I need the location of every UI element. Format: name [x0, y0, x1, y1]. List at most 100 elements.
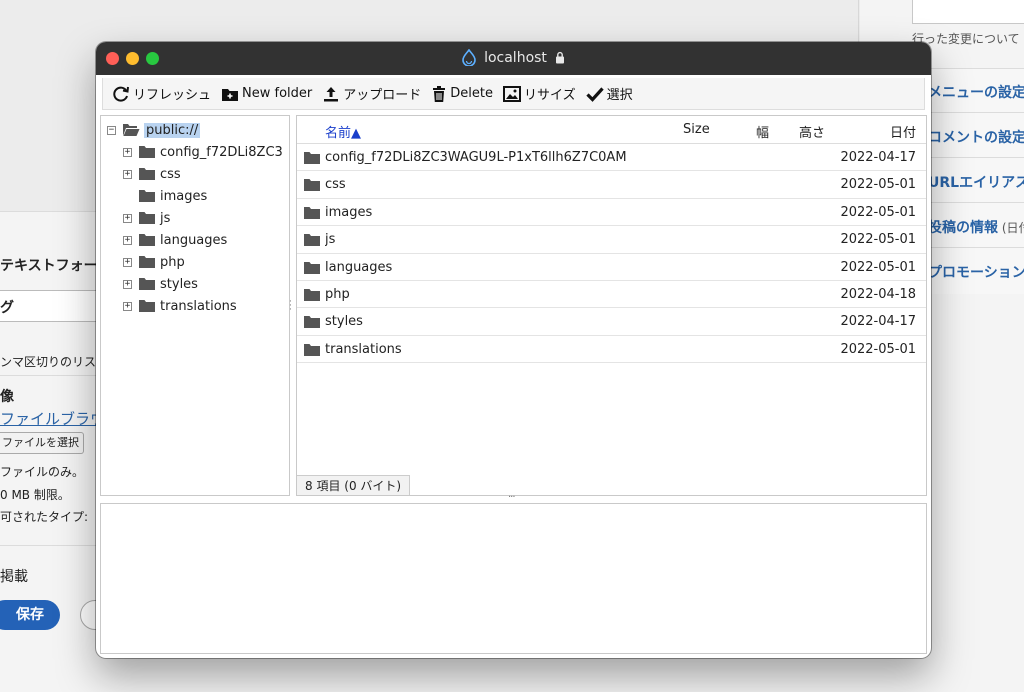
- tree-item[interactable]: + styles: [123, 273, 198, 295]
- tags-label: グ: [0, 300, 14, 316]
- file-name: languages: [325, 259, 393, 275]
- file-date: 2022-05-01: [840, 177, 916, 193]
- sidebar-link-menu-settings[interactable]: メニューの設定: [928, 82, 1024, 102]
- tree-root[interactable]: − public://: [107, 119, 201, 141]
- preview-pane: [100, 503, 927, 654]
- title-bar[interactable]: localhost: [96, 42, 931, 75]
- expand-toggle[interactable]: +: [123, 279, 132, 289]
- folder-icon: [139, 212, 155, 224]
- sidebar-link-comment-settings[interactable]: コメントの設定: [928, 127, 1024, 147]
- choose-file-button[interactable]: ファイルを選択: [0, 432, 84, 454]
- expand-toggle[interactable]: +: [123, 301, 132, 311]
- file-row[interactable]: config_f72DLi8ZC3WAGU9L-P1xT6llh6Z7C0AM …: [297, 144, 926, 172]
- expand-toggle[interactable]: +: [123, 257, 132, 267]
- save-button[interactable]: 保存: [0, 600, 60, 630]
- tree-item-label: config_f72DLi8ZC3: [160, 144, 283, 160]
- image-label: 像: [0, 389, 14, 405]
- file-row[interactable]: translations 2022-05-01: [297, 336, 926, 364]
- horizontal-splitter-handle[interactable]: ···: [508, 492, 515, 503]
- refresh-button[interactable]: リフレッシュ: [107, 82, 216, 106]
- folder-icon: [304, 343, 320, 356]
- expand-toggle[interactable]: +: [123, 169, 132, 179]
- drupal-drop-icon: [461, 48, 476, 67]
- sidebar-link-promotion[interactable]: プロモーション: [928, 262, 1024, 282]
- expand-toggle[interactable]: +: [123, 235, 132, 245]
- file-browser-toolbar: リフレッシュ New folder アップロード Delete リサイズ 選択: [102, 78, 925, 110]
- tree-item-label: styles: [160, 276, 198, 292]
- directory-tree: − public:// + config_f72DLi8ZC3 + css im…: [100, 115, 290, 496]
- folder-icon: [139, 256, 155, 268]
- tree-item[interactable]: + js: [123, 207, 170, 229]
- resize-label: リサイズ: [523, 88, 576, 103]
- tree-root-label: public://: [144, 122, 201, 138]
- file-date: 2022-05-01: [840, 204, 916, 220]
- folder-icon: [139, 168, 155, 180]
- field-divider: [0, 545, 100, 546]
- collapse-toggle[interactable]: −: [107, 125, 116, 135]
- vertical-splitter-handle[interactable]: · · ·: [289, 298, 292, 315]
- tree-item[interactable]: + translations: [123, 295, 237, 317]
- tree-item[interactable]: + config_f72DLi8ZC3: [123, 141, 283, 163]
- tree-item-label: js: [160, 210, 171, 226]
- file-name: images: [325, 204, 373, 220]
- sort-by-date-header[interactable]: 日付: [890, 122, 916, 141]
- tags-field[interactable]: グ: [0, 290, 100, 322]
- file-name: styles: [325, 314, 363, 330]
- folder-icon: [304, 179, 320, 192]
- sort-by-width-header[interactable]: 幅: [756, 122, 769, 141]
- sort-by-height-header[interactable]: 高さ: [799, 122, 825, 141]
- file-row[interactable]: images 2022-05-01: [297, 199, 926, 227]
- file-list-header: 名前▲ Size 幅 高さ 日付: [297, 116, 926, 144]
- expand-toggle[interactable]: +: [123, 213, 132, 223]
- folder-icon: [139, 146, 155, 158]
- tree-item-label: php: [160, 254, 185, 270]
- file-name: translations: [325, 341, 402, 357]
- select-button[interactable]: 選択: [581, 82, 638, 106]
- expand-toggle[interactable]: +: [123, 147, 132, 157]
- resize-button[interactable]: リサイズ: [498, 82, 581, 106]
- tags-help: ンマ区切りのリス: [0, 355, 97, 369]
- sidebar-link-url-alias[interactable]: URLエイリアス: [928, 172, 1024, 192]
- file-date: 2022-04-18: [840, 287, 916, 302]
- select-label: 選択: [606, 88, 633, 103]
- sort-by-size-header[interactable]: Size: [683, 122, 710, 137]
- new-folder-label: New folder: [242, 86, 313, 101]
- tree-item[interactable]: + css: [123, 163, 181, 185]
- tree-item[interactable]: images: [138, 185, 207, 207]
- file-name: css: [325, 177, 346, 193]
- tree-item-label: css: [160, 166, 181, 182]
- file-row[interactable]: languages 2022-05-01: [297, 254, 926, 281]
- upload-icon: [324, 86, 339, 101]
- folder-icon: [139, 234, 155, 246]
- file-date: 2022-04-17: [840, 150, 916, 165]
- checkmark-icon: [585, 86, 604, 102]
- file-row[interactable]: styles 2022-04-17: [297, 308, 926, 336]
- file-row[interactable]: js 2022-05-01: [297, 226, 926, 254]
- folder-icon: [139, 190, 155, 202]
- upload-label: アップロード: [343, 88, 422, 103]
- window-title: localhost: [96, 48, 931, 67]
- window-title-text: localhost: [484, 49, 547, 66]
- status-bar: 8 項目 (0 バイト): [297, 475, 411, 495]
- tree-item[interactable]: + languages: [123, 229, 227, 251]
- file-browser-link[interactable]: ファイルブラウ: [0, 408, 105, 429]
- file-date: 2022-05-01: [840, 232, 916, 248]
- new-folder-button[interactable]: New folder: [216, 82, 317, 106]
- file-name: config_f72DLi8ZC3WAGU9L-P1xT6llh6Z7C0AM: [325, 150, 627, 165]
- file-date: 2022-05-01: [840, 259, 916, 275]
- file-note-count: ファイルのみ。: [0, 465, 85, 479]
- folder-icon: [139, 278, 155, 290]
- revision-log-textarea[interactable]: [912, 0, 1024, 24]
- upload-button[interactable]: アップロード: [317, 82, 426, 106]
- image-icon: [502, 85, 521, 102]
- trash-icon: [433, 85, 446, 102]
- tree-item[interactable]: + php: [123, 251, 185, 273]
- file-row[interactable]: php 2022-04-18: [297, 281, 926, 309]
- file-browser-window: localhost リフレッシュ New folder アップロード Delet…: [96, 42, 931, 658]
- sidebar-link-authoring-info[interactable]: 投稿の情報 (日付: [928, 217, 1024, 237]
- refresh-label: リフレッシュ: [133, 88, 212, 103]
- file-row[interactable]: css 2022-05-01: [297, 171, 926, 199]
- tree-item-label: translations: [160, 298, 237, 314]
- sort-by-name-header[interactable]: 名前▲: [325, 122, 361, 141]
- delete-button[interactable]: Delete: [426, 82, 498, 106]
